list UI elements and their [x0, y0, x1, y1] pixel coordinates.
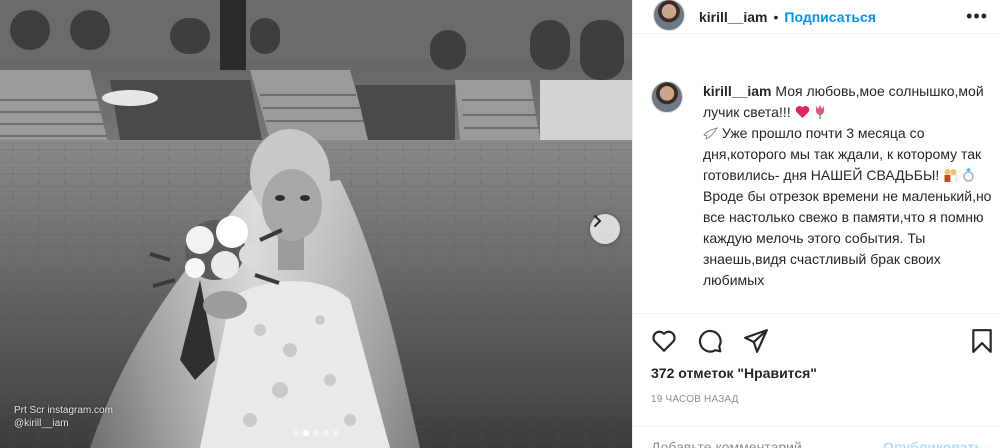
- caption-line-2: Уже прошло почти 3 месяца со дня,которог…: [703, 125, 982, 183]
- author-avatar[interactable]: [653, 0, 685, 31]
- comment-icon[interactable]: [697, 328, 723, 354]
- caption-text: kirill__iam Моя любовь,мое солнышко,мой …: [703, 70, 993, 291]
- post-header: kirill__iam • Подписаться •••: [633, 0, 1000, 34]
- header-separator: •: [773, 8, 779, 25]
- caption-area: kirill__iam Моя любовь,мое солнышко,мой …: [651, 70, 997, 310]
- comment-input[interactable]: Добавьте комментарий...: [651, 439, 813, 448]
- more-options-icon[interactable]: •••: [966, 6, 988, 27]
- like-heart-icon[interactable]: [651, 328, 677, 354]
- post-comment-button[interactable]: Опубликовать: [883, 439, 983, 448]
- carousel-dot: [293, 430, 299, 436]
- red-heart-icon: [795, 106, 809, 118]
- share-direct-icon[interactable]: [743, 328, 769, 354]
- carousel-dot: [323, 430, 329, 436]
- caption-line-3: Вроде бы отрезок времени не маленький,но…: [703, 188, 992, 288]
- carousel-indicator: [0, 430, 632, 436]
- save-bookmark-icon[interactable]: [969, 328, 995, 354]
- post-actions: [633, 313, 1000, 369]
- post-time[interactable]: 19 часов назад: [651, 394, 739, 405]
- caption-username[interactable]: kirill__iam: [703, 83, 772, 99]
- watermark-line-2: @kirill__iam: [14, 418, 69, 429]
- photo-watermark: Prt Scr instagram.com @kirill__iam: [14, 404, 113, 430]
- wedding-couple-icon: [944, 169, 957, 182]
- carousel-dot-active: [303, 430, 309, 436]
- chevron-right-icon: [594, 215, 602, 227]
- watermark-line-1: Prt Scr instagram.com: [14, 405, 113, 416]
- post-photo[interactable]: Prt Scr instagram.com @kirill__iam: [0, 0, 632, 448]
- carousel-dot: [333, 430, 339, 436]
- dove-icon: [703, 127, 718, 140]
- post-side-panel: kirill__iam • Подписаться ••• kirill__ia…: [632, 0, 1000, 448]
- wedding-photo-illustration: [0, 0, 632, 448]
- author-username[interactable]: kirill__iam: [699, 9, 768, 25]
- comment-composer[interactable]: Добавьте комментарий... Опубликовать: [633, 426, 1000, 448]
- next-photo-button[interactable]: [590, 214, 620, 244]
- likes-count[interactable]: 372 отметок "Нравится": [651, 365, 817, 381]
- caption-comment: kirill__iam Моя любовь,мое солнышко,мой …: [651, 70, 997, 291]
- tulip-icon: [816, 105, 825, 119]
- carousel-dot: [313, 430, 319, 436]
- follow-button[interactable]: Подписаться: [784, 9, 876, 25]
- ring-icon: [963, 167, 974, 182]
- caption-avatar[interactable]: [651, 81, 683, 113]
